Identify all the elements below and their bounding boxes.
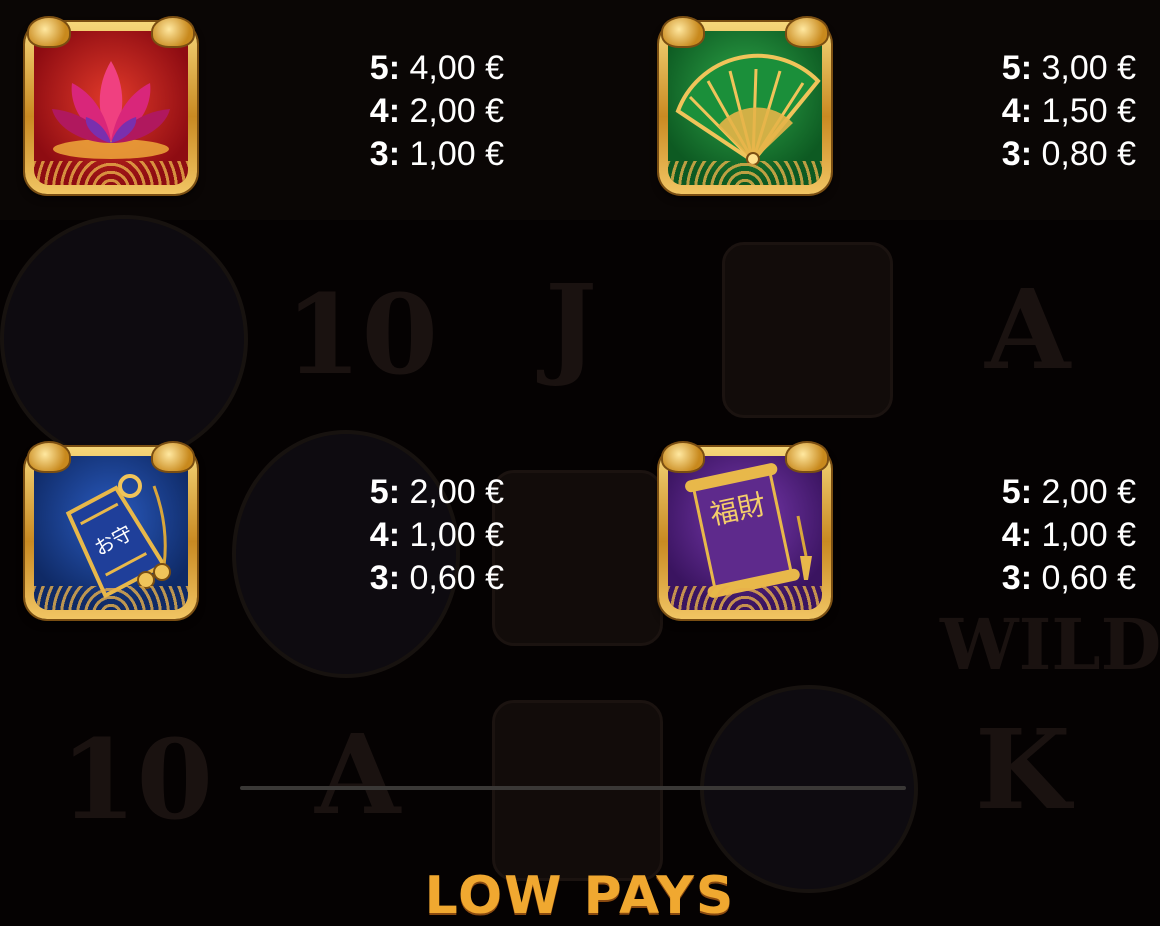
pay-line: 4: 2,00 € <box>369 92 504 130</box>
fan-symbol-tile <box>659 16 831 194</box>
scroll-paytable: 5: 2,00 € 4: 1,00 € 3: 0,60 € <box>930 471 1136 600</box>
cloud-ornament-icon <box>785 16 829 48</box>
cloud-ornament-icon <box>661 441 705 473</box>
cloud-ornament-icon <box>151 441 195 473</box>
background-ten-symbol: 10 <box>285 270 439 399</box>
background-ten-symbol: 10 <box>60 715 214 844</box>
background-a-symbol: A <box>315 710 401 839</box>
pay-line: 3: 0,60 € <box>369 559 504 597</box>
lotus-paytable: 5: 4,00 € 4: 2,00 € 3: 1,00 € <box>300 47 504 176</box>
pay-line: 4: 1,00 € <box>1001 516 1136 554</box>
cloud-ornament-icon <box>151 16 195 48</box>
charm-symbol-tile: お守 <box>25 441 197 619</box>
background-tile <box>492 470 663 646</box>
pay-line: 3: 0,60 € <box>1001 559 1136 597</box>
cloud-ornament-icon <box>27 441 71 473</box>
cloud-ornament-icon <box>27 16 71 48</box>
fan-paytable: 5: 3,00 € 4: 1,50 € 3: 0,80 € <box>930 47 1136 176</box>
section-divider <box>240 786 906 790</box>
pay-line: 5: 3,00 € <box>1001 49 1136 87</box>
background-a-symbol: A <box>985 265 1071 394</box>
background-j-symbol: J <box>545 260 598 389</box>
pay-line: 4: 1,50 € <box>1001 92 1136 130</box>
background-k-symbol: K <box>975 705 1071 834</box>
pay-line: 4: 1,00 € <box>369 516 504 554</box>
background-tile <box>492 700 663 881</box>
pay-line: 5: 2,00 € <box>1001 473 1136 511</box>
pay-line: 5: 4,00 € <box>369 49 504 87</box>
background-coin <box>0 215 248 463</box>
scroll-symbol-tile: 福財 <box>659 441 831 619</box>
cloud-ornament-icon <box>661 16 705 48</box>
cloud-ornament-icon <box>785 441 829 473</box>
background-tile <box>722 242 893 418</box>
charm-paytable: 5: 2,00 € 4: 1,00 € 3: 0,60 € <box>300 471 504 600</box>
background-wild-symbol: WILD <box>940 603 1160 686</box>
pay-line: 5: 2,00 € <box>369 473 504 511</box>
low-pays-heading: LOW PAYS <box>424 866 736 926</box>
pay-line: 3: 1,00 € <box>369 135 504 173</box>
lotus-symbol-tile <box>25 16 197 194</box>
pay-line: 3: 0,80 € <box>1001 135 1136 173</box>
